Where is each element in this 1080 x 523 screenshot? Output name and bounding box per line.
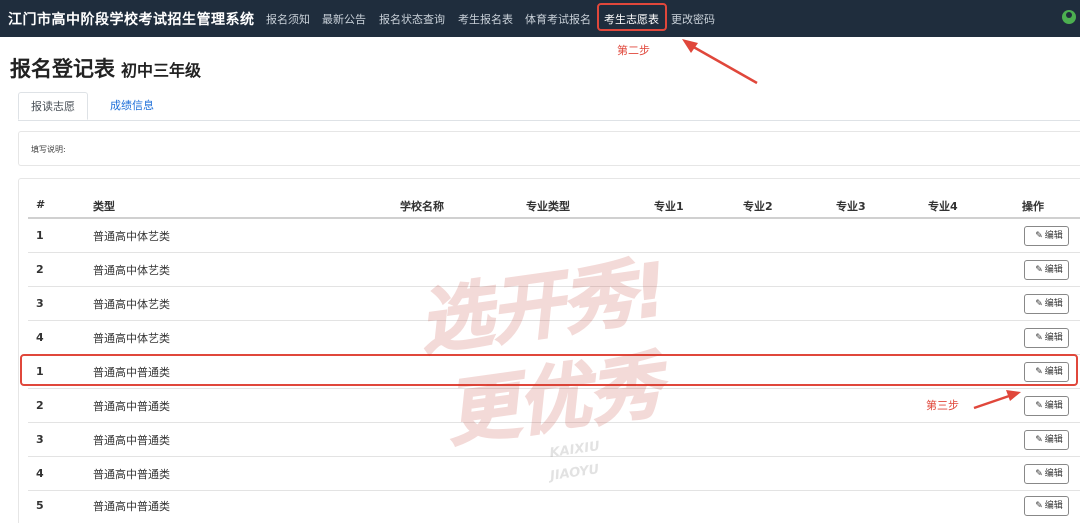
step3-arrow-icon xyxy=(973,390,1021,410)
